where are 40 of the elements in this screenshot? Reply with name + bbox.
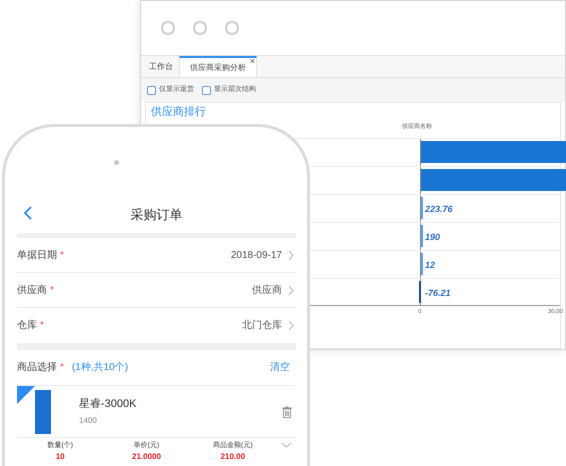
product-code: 1400: [79, 414, 98, 427]
data-label: 12: [425, 259, 436, 272]
column-value: 10: [56, 452, 65, 462]
data-label: 223.76: [425, 203, 453, 216]
back-icon[interactable]: [23, 205, 33, 221]
checkbox[interactable]: [147, 86, 156, 94]
clear-button[interactable]: 清空: [270, 360, 290, 375]
data-label: 190: [425, 231, 440, 244]
camera-icon: [114, 160, 118, 165]
chevron-icon: [288, 320, 294, 331]
required-mark: *: [40, 319, 44, 333]
product-name: 星睿-3000K: [79, 397, 136, 412]
field-label: 仓库: [17, 318, 37, 333]
required-mark: *: [60, 248, 64, 262]
column-value: 21.0000: [132, 452, 161, 462]
goods-summary: (1种,共10个): [72, 360, 128, 375]
field-value[interactable]: 2018-09-17: [230, 248, 282, 262]
data-label: -76.21: [425, 287, 451, 300]
close-icon[interactable]: ×: [250, 57, 255, 66]
field-label: 供应商: [17, 284, 47, 298]
tab[interactable]: 供应商采购分析 ×: [179, 56, 257, 77]
field-label: 商品选择: [17, 360, 57, 375]
chevron-icon: [288, 250, 294, 260]
required-mark: *: [50, 284, 54, 298]
window-control-icon[interactable]: [193, 21, 207, 35]
page-title: 采购订单: [130, 206, 182, 224]
window-control-icon[interactable]: [161, 21, 175, 35]
product-thumbnail: [35, 390, 51, 434]
field-value[interactable]: 供应商: [252, 282, 282, 298]
checkbox[interactable]: [202, 86, 211, 94]
chevron-icon: [288, 284, 294, 296]
field-label: 单据日期: [17, 248, 57, 262]
column-value: 210.00: [220, 452, 246, 462]
section-title: 供应商排行: [150, 104, 207, 120]
trash-icon[interactable]: [282, 406, 292, 418]
required-mark: *: [60, 361, 64, 375]
chevron-down-icon[interactable]: [281, 442, 292, 448]
window-control-icon[interactable]: [225, 21, 239, 35]
field-value[interactable]: 北门仓库: [242, 318, 282, 333]
tab[interactable]: 工作台: [143, 57, 179, 77]
